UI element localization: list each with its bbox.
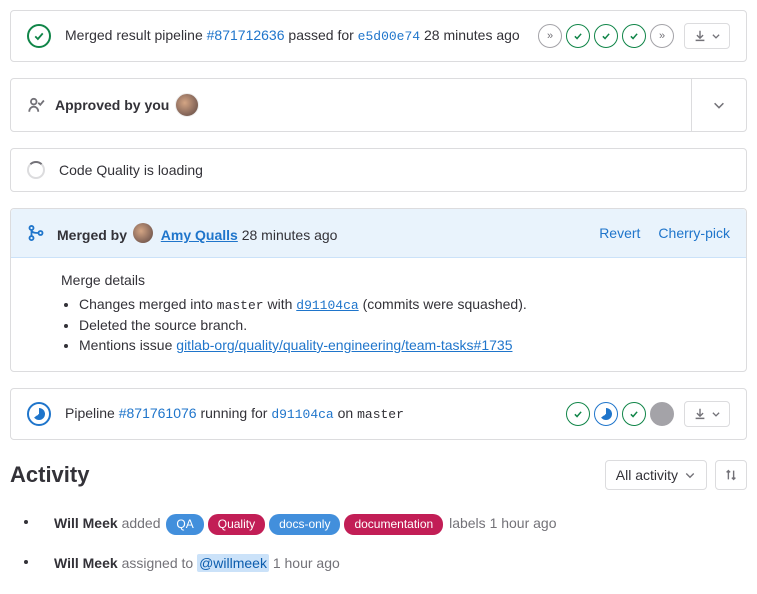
activity-list: Will Meek added QAQualitydocs-onlydocume… — [10, 504, 747, 584]
commit-sha-link[interactable]: d91104ca — [271, 407, 333, 422]
revert-button[interactable]: Revert — [599, 225, 640, 241]
expand-approval-button[interactable] — [691, 79, 746, 131]
commit-sha-link[interactable]: d91104ca — [296, 298, 358, 313]
sort-icon — [724, 468, 738, 482]
issue-link[interactable]: gitlab-org/quality/quality-engineering/t… — [176, 337, 512, 353]
code-quality-card: Code Quality is loading — [10, 148, 747, 192]
author-avatar[interactable] — [133, 223, 153, 243]
chevron-down-icon — [712, 98, 726, 112]
merge-detail-item: Changes merged into master with d91104ca… — [79, 296, 730, 313]
download-icon — [693, 29, 707, 43]
status-passed-icon — [27, 24, 51, 48]
approval-card: Approved by you — [10, 78, 747, 132]
stage-passed-icon[interactable] — [622, 402, 646, 426]
merged-by-text: Merged by Amy Qualls 28 minutes ago — [57, 223, 337, 243]
stage-skipped-icon[interactable]: » — [650, 24, 674, 48]
running-pipeline-card: Pipeline #871761076 running for d91104ca… — [10, 388, 747, 440]
chevron-down-icon — [711, 31, 721, 41]
label-badge[interactable]: Quality — [208, 514, 265, 535]
pipeline-summary: Merged result pipeline #871712636 passed… — [65, 25, 530, 47]
chevron-down-icon — [711, 409, 721, 419]
activity-author[interactable]: Will Meek — [54, 555, 118, 571]
pipeline-stage-icons — [566, 402, 674, 426]
download-artifacts-button[interactable] — [684, 401, 730, 427]
pipeline-id-link[interactable]: #871761076 — [119, 405, 197, 421]
approval-icon — [27, 96, 45, 114]
activity-time: 1 hour ago — [273, 555, 340, 571]
pipeline-summary: Pipeline #871761076 running for d91104ca… — [65, 403, 558, 425]
activity-author[interactable]: Will Meek — [54, 515, 118, 531]
approval-text: Approved by you — [55, 97, 169, 113]
pipeline-id-link[interactable]: #871712636 — [207, 27, 285, 43]
cherry-pick-button[interactable]: Cherry-pick — [658, 225, 730, 241]
code-quality-text: Code Quality is loading — [59, 162, 203, 178]
stage-created-icon[interactable] — [650, 402, 674, 426]
merge-details: Merge details Changes merged into master… — [11, 258, 746, 371]
label-badge[interactable]: documentation — [344, 514, 443, 535]
stage-passed-icon[interactable] — [622, 24, 646, 48]
download-icon — [693, 407, 707, 421]
merge-icon — [27, 224, 45, 242]
stage-passed-icon[interactable] — [594, 24, 618, 48]
label-badge[interactable]: QA — [166, 514, 203, 535]
label-badge[interactable]: docs-only — [269, 514, 340, 535]
activity-item: Will Meek added QAQualitydocs-onlydocume… — [10, 504, 747, 544]
merged-card: Merged by Amy Qualls 28 minutes ago Reve… — [10, 208, 747, 372]
merge-details-title: Merge details — [61, 272, 730, 288]
commit-sha-link[interactable]: e5d00e74 — [358, 29, 420, 44]
chevron-down-icon — [684, 469, 696, 481]
pipeline-stage-icons: » » — [538, 24, 674, 48]
activity-time: 1 hour ago — [490, 515, 557, 531]
stage-passed-icon[interactable] — [566, 402, 590, 426]
status-running-icon — [27, 402, 51, 426]
approver-avatar[interactable] — [175, 93, 199, 117]
merged-author-link[interactable]: Amy Qualls — [161, 227, 238, 243]
activity-title: Activity — [10, 462, 89, 488]
stage-skipped-icon[interactable]: » — [538, 24, 562, 48]
merged-pipeline-card: Merged result pipeline #871712636 passed… — [10, 10, 747, 62]
merge-detail-item: Mentions issue gitlab-org/quality/qualit… — [79, 337, 730, 353]
stage-running-icon[interactable] — [594, 402, 618, 426]
download-artifacts-button[interactable] — [684, 23, 730, 49]
sort-button[interactable] — [715, 460, 747, 490]
spinner-icon — [27, 161, 45, 179]
user-mention[interactable]: @willmeek — [197, 554, 269, 572]
stage-passed-icon[interactable] — [566, 24, 590, 48]
activity-item: Will Meek assigned to @willmeek 1 hour a… — [10, 544, 747, 584]
merge-detail-item: Deleted the source branch. — [79, 317, 730, 333]
activity-filter-select[interactable]: All activity — [605, 460, 707, 490]
activity-header: Activity All activity — [10, 460, 747, 490]
